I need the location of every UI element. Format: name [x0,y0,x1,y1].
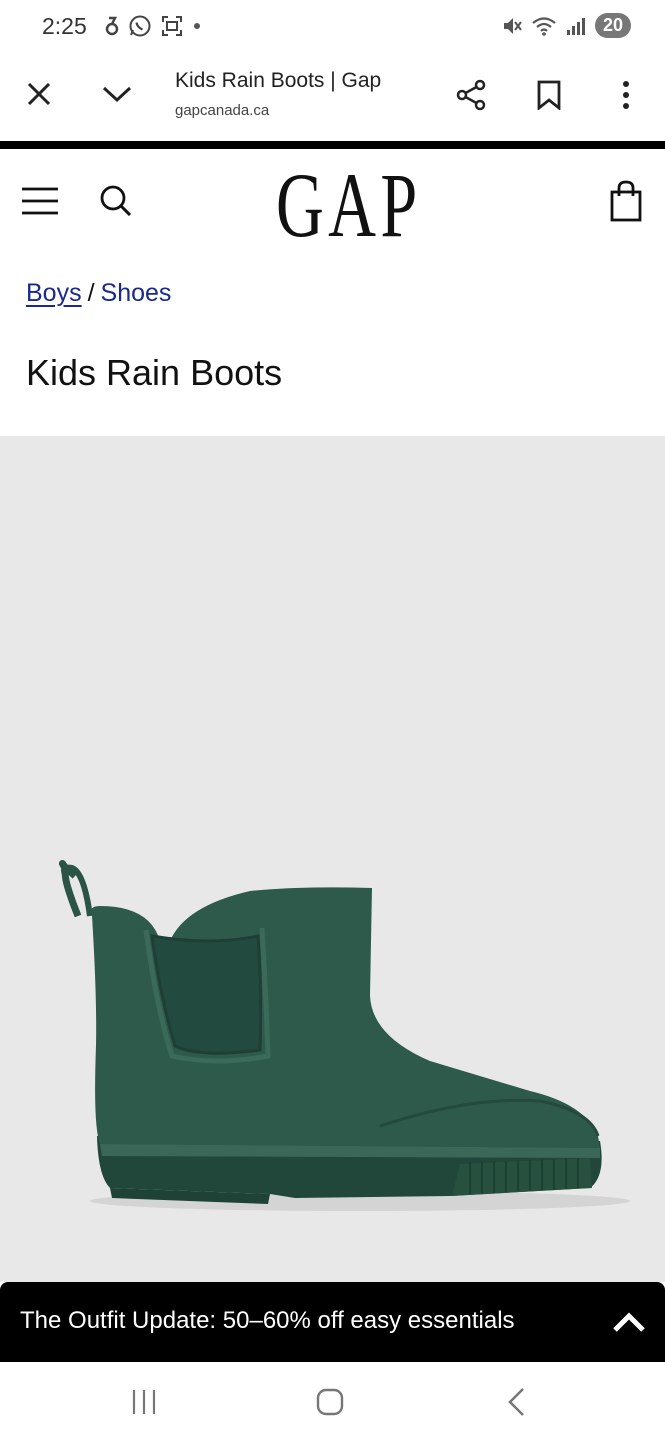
chevron-up-icon [613,1312,645,1332]
breadcrumb: Boys / Shoes [26,279,171,308]
notification-icon [105,16,119,36]
breadcrumb-separator: / [87,279,95,307]
share-icon [456,79,486,111]
rain-boot-image [59,860,630,1211]
breadcrumb-shoes-link[interactable]: Shoes [101,279,172,307]
more-icon [623,81,629,109]
more-options-button[interactable] [602,71,650,119]
status-time: 2:25 [42,13,87,39]
close-tab-button[interactable] [15,70,63,118]
share-button[interactable] [447,71,495,119]
status-icons-right: 20 [501,13,631,38]
recent-apps-icon [132,1390,156,1414]
close-icon [27,82,51,106]
back-button[interactable] [492,1380,540,1424]
status-icons-left [104,14,202,38]
page-title: Kids Rain Boots [26,352,283,393]
browser-tab-bar: Kids Rain Boots | Gap gapcanada.ca [0,56,665,142]
product-image[interactable] [0,436,665,1282]
system-nav-bar [0,1362,665,1440]
dot-icon [194,23,200,29]
minimize-tab-button[interactable] [93,70,141,118]
home-icon [316,1388,344,1416]
search-button[interactable] [92,177,140,225]
whatsapp-icon [129,15,151,37]
promo-expand-button[interactable] [607,1300,651,1344]
search-icon [100,185,132,217]
menu-icon [22,187,58,215]
header-divider [0,141,665,149]
promo-banner[interactable]: The Outfit Update: 50–60% off easy essen… [0,1282,665,1362]
recent-apps-button[interactable] [120,1380,168,1424]
status-bar: 2:25 20 [0,0,665,56]
bookmark-button[interactable] [525,71,573,119]
site-header: GAP [0,149,665,259]
mute-icon [503,17,522,34]
wifi-icon [532,16,556,36]
gap-logo[interactable]: GAP [276,159,421,251]
home-button[interactable] [306,1380,354,1424]
promo-text: The Outfit Update: 50–60% off easy essen… [20,1307,515,1334]
back-icon [508,1388,524,1416]
battery-indicator: 20 [594,13,631,38]
shopping-bag-button[interactable] [602,177,650,225]
tab-url: gapcanada.ca [175,102,270,119]
menu-button[interactable] [16,177,64,225]
bookmark-icon [537,80,561,110]
screenshot-icon [162,16,182,36]
signal-icon [566,17,585,35]
chevron-down-icon [102,86,132,103]
shopping-bag-icon [610,180,642,222]
breadcrumb-boys-link[interactable]: Boys [26,279,82,307]
tab-title: Kids Rain Boots | Gap [175,69,382,92]
